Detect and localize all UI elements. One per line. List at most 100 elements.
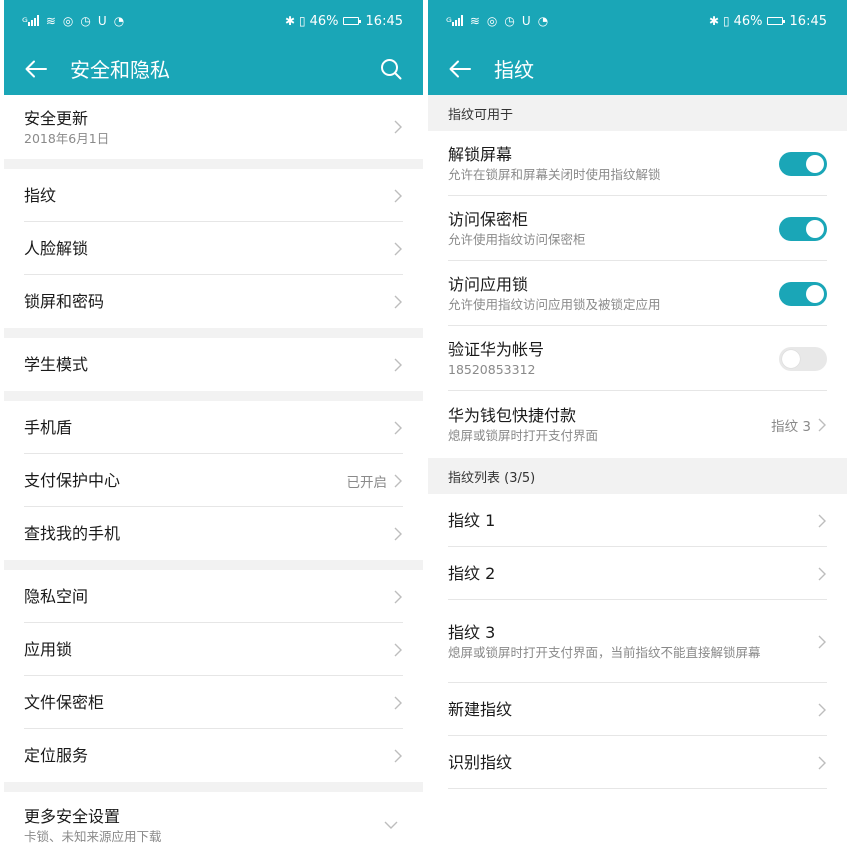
battery-percent: 46%	[733, 13, 763, 29]
row-location-service[interactable]: 定位服务	[4, 729, 423, 782]
row-identify-fingerprint[interactable]: 识别指纹	[428, 736, 847, 789]
page-title: 安全和隐私	[70, 58, 170, 82]
row-title: 人脸解锁	[24, 238, 89, 258]
verify-huawei-toggle[interactable]	[779, 346, 827, 371]
row-new-fingerprint[interactable]: 新建指纹	[428, 683, 847, 736]
row-title: 指纹 2	[448, 563, 496, 583]
row-title: 访问保密柜	[448, 210, 529, 229]
row-title: 指纹 3	[448, 623, 496, 642]
row-payment-protection[interactable]: 支付保护中心 已开启	[4, 454, 423, 507]
search-icon[interactable]	[379, 57, 403, 81]
row-fingerprint-2[interactable]: 指纹 2	[428, 547, 847, 600]
signal-icon: ᴳ	[22, 14, 39, 28]
app-icon: U	[521, 14, 531, 28]
vibrate-icon: ▯	[723, 14, 730, 28]
row-more-security[interactable]: 更多安全设置 卡锁、未知来源应用下载	[4, 792, 423, 855]
wifi-icon: ≋	[45, 14, 56, 28]
row-title: 支付保护中心	[24, 470, 121, 490]
row-subtitle: 2018年6月1日	[24, 130, 110, 146]
alarm-icon: ◎	[62, 14, 74, 28]
clock-icon: ◷	[504, 14, 515, 28]
back-arrow-icon[interactable]	[448, 57, 472, 81]
row-title: 查找我的手机	[24, 523, 121, 543]
chevron-right-icon	[817, 566, 827, 582]
row-student-mode[interactable]: 学生模式	[4, 338, 423, 391]
row-private-space[interactable]: 隐私空间	[4, 570, 423, 623]
row-file-safe[interactable]: 文件保密柜	[4, 676, 423, 729]
row-title: 识别指纹	[448, 752, 513, 772]
access-safe-toggle[interactable]	[779, 216, 827, 241]
chevron-right-icon	[817, 755, 827, 771]
row-fingerprint-1[interactable]: 指纹 1	[428, 494, 847, 547]
row-verify-huawei-account[interactable]: 验证华为帐号 18520853312	[428, 326, 847, 391]
bluetooth-icon: ✱	[284, 14, 296, 28]
row-title: 手机盾	[24, 417, 73, 437]
bluetooth-icon: ✱	[708, 14, 720, 28]
row-title: 应用锁	[24, 639, 73, 659]
row-title: 指纹 1	[448, 510, 496, 530]
fingerprint-screen: ᴳ ≋ ◎ ◷ U ◔ ✱ ▯ 46% 16:45 指纹 指纹可用于 解锁屏幕允…	[428, 0, 847, 855]
battery-icon	[766, 17, 785, 25]
section-divider	[4, 391, 423, 401]
row-fingerprint[interactable]: 指纹	[4, 169, 423, 222]
chevron-right-icon	[393, 188, 403, 204]
battery-icon	[342, 17, 361, 25]
row-subtitle: 允许在锁屏和屏幕关闭时使用指纹解锁	[448, 167, 661, 182]
unlock-screen-toggle[interactable]	[779, 151, 827, 176]
row-title: 指纹	[24, 185, 57, 205]
access-app-lock-toggle[interactable]	[779, 281, 827, 306]
back-arrow-icon[interactable]	[24, 57, 48, 81]
row-face-unlock[interactable]: 人脸解锁	[4, 222, 423, 275]
row-security-update[interactable]: 安全更新 2018年6月1日	[4, 95, 423, 159]
chevron-right-icon	[393, 241, 403, 257]
security-privacy-screen: ᴳ ≋ ◎ ◷ U ◔ ✱ ▯ 46% 16:45 安全和隐私 安全更新 2018…	[4, 0, 423, 855]
row-value: 指纹 3	[771, 418, 811, 435]
row-unlock-screen[interactable]: 解锁屏幕 允许在锁屏和屏幕关闭时使用指纹解锁	[428, 131, 847, 196]
row-title: 验证华为帐号	[448, 340, 545, 359]
chevron-right-icon	[393, 748, 403, 764]
row-subtitle: 卡锁、未知来源应用下载	[24, 828, 162, 844]
section-header-usage: 指纹可用于	[428, 95, 847, 131]
signal-icon: ᴳ	[446, 14, 463, 28]
row-title: 华为钱包快捷付款	[448, 406, 577, 425]
battery-percent: 46%	[309, 13, 339, 29]
section-divider	[4, 328, 423, 338]
row-wallet-quick-pay[interactable]: 华为钱包快捷付款熄屏或锁屏时打开支付界面 指纹 3	[428, 391, 847, 458]
section-divider	[4, 782, 423, 792]
row-value: 已开启	[346, 474, 388, 491]
row-subtitle: 允许使用指纹访问保密柜	[448, 232, 586, 247]
section-divider	[4, 560, 423, 570]
clock-time: 16:45	[789, 13, 827, 29]
row-phone-shield[interactable]: 手机盾	[4, 401, 423, 454]
row-fingerprint-3[interactable]: 指纹 3 熄屏或锁屏时打开支付界面，当前指纹不能直接解锁屏幕	[428, 600, 847, 683]
row-title: 定位服务	[24, 745, 89, 765]
row-lock-screen[interactable]: 锁屏和密码	[4, 275, 423, 328]
chevron-right-icon	[393, 526, 403, 542]
chevron-right-icon	[393, 695, 403, 711]
row-subtitle: 18520853312	[448, 362, 536, 377]
row-title: 文件保密柜	[24, 692, 105, 712]
clock-icon: ◷	[80, 14, 91, 28]
row-access-app-lock[interactable]: 访问应用锁 允许使用指纹访问应用锁及被锁定应用	[428, 261, 847, 326]
row-find-phone[interactable]: 查找我的手机	[4, 507, 423, 560]
chevron-right-icon	[393, 357, 403, 373]
section-divider	[4, 159, 423, 169]
app-icon: U	[97, 14, 107, 28]
row-app-lock[interactable]: 应用锁	[4, 623, 423, 676]
vibrate-icon: ▯	[299, 14, 306, 28]
chevron-right-icon	[393, 642, 403, 658]
chevron-down-icon	[383, 820, 399, 830]
wifi-icon: ≋	[469, 14, 480, 28]
chevron-right-icon	[393, 420, 403, 436]
section-header-list: 指纹列表 (3/5)	[428, 458, 847, 494]
row-title: 安全更新	[24, 108, 89, 128]
row-subtitle: 熄屏或锁屏时打开支付界面	[448, 428, 599, 443]
title-bar: 指纹	[428, 42, 847, 95]
row-access-safe[interactable]: 访问保密柜允许使用指纹访问保密柜	[428, 196, 847, 261]
chevron-right-icon	[817, 417, 827, 433]
divider-line	[448, 788, 827, 789]
row-subtitle: 允许使用指纹访问应用锁及被锁定应用	[448, 297, 661, 312]
chevron-right-icon	[393, 119, 403, 135]
chevron-right-icon	[393, 473, 403, 489]
row-title: 隐私空间	[24, 586, 89, 606]
